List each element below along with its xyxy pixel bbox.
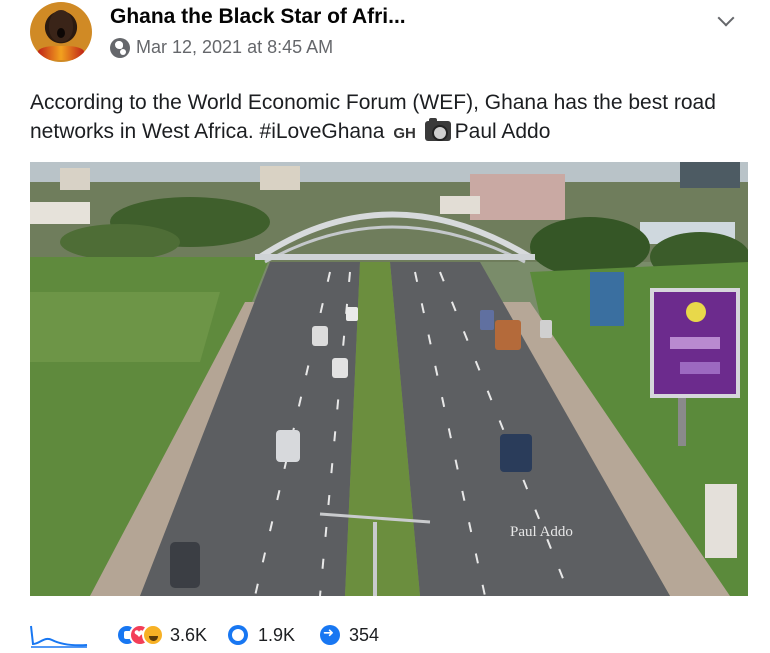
post-meta: Mar 12, 2021 at 8:45 AM [110,37,333,58]
caption-text: According to the World Economic Forum (W… [30,91,716,143]
photo-watermark: Paul Addo [510,524,573,540]
avatar-mouth [57,28,65,38]
page-avatar[interactable] [30,2,92,62]
reaction-icons-group[interactable] [116,624,168,646]
camera-icon [424,118,451,141]
post-header: Ghana the Black Star of Afri... Mar 12, … [30,2,750,62]
reactions-bar: 3.6K 1.9K 354 [30,620,750,650]
highway-aerial-photo [30,162,748,596]
facebook-post: Ghana the Black Star of Afri... Mar 12, … [0,0,770,653]
comment-icon [228,625,248,645]
post-options-chevron-down-icon[interactable] [718,12,734,28]
photo-credit: Paul Addo [454,120,551,143]
reactions-count[interactable]: 3.6K [170,625,207,646]
post-photo[interactable]: Paul Addo [30,162,748,596]
avatar-flame [38,46,84,60]
post-caption: According to the World Economic Forum (W… [30,88,750,148]
comments-count[interactable]: 1.9K [258,625,295,646]
haha-icon [142,624,164,646]
flag-emoji-text: GH [393,125,416,142]
share-icon [320,625,340,645]
shares-count[interactable]: 354 [349,625,379,646]
post-timestamp[interactable]: Mar 12, 2021 at 8:45 AM [136,37,333,58]
page-name-link[interactable]: Ghana the Black Star of Afri... [110,5,406,29]
insights-sparkline-icon[interactable] [30,624,88,648]
globe-icon [110,37,130,58]
